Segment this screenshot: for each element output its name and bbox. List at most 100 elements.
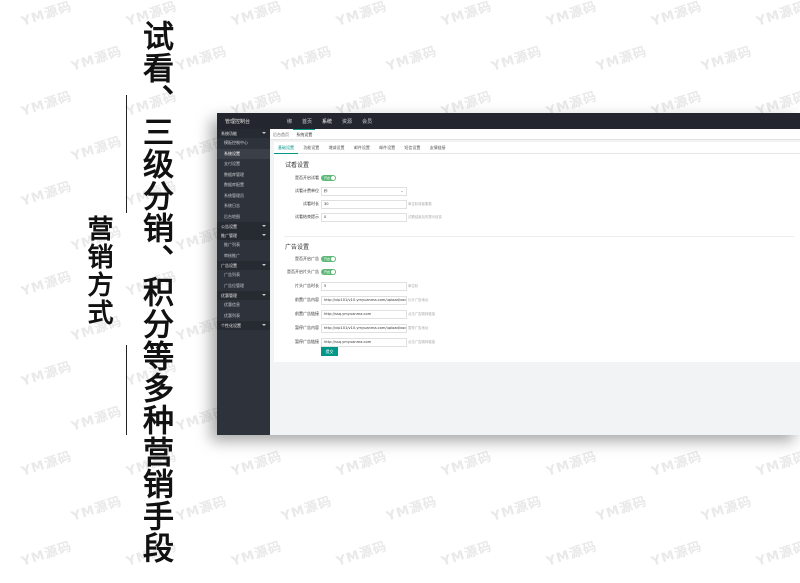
page-tab[interactable]: 系统设置	[293, 129, 316, 140]
trial-end-input[interactable]: 0	[321, 213, 407, 222]
subtab[interactable]: 短信设置	[400, 142, 424, 153]
settings-subtabs: 基础设置 功能设置 增减设置 邮件设置 邮件设置 短信设置 友情链接	[274, 142, 800, 154]
sidebar-group[interactable]: 系统功能	[217, 129, 270, 138]
sidebar-item[interactable]: 优惠信息	[217, 300, 270, 311]
trial-enable-toggle[interactable]: 开启	[321, 175, 336, 181]
field-label: 是否开启试看	[295, 175, 319, 180]
watermark-text: YM源码	[544, 539, 600, 570]
watermark-text: YM源码	[19, 359, 75, 390]
watermark-text: YM源码	[544, 0, 600, 30]
watermark-text: YM源码	[439, 539, 495, 570]
trial-duration-input[interactable]: 30	[321, 200, 407, 209]
watermark-text: YM源码	[69, 404, 125, 435]
sidebar-group[interactable]: 广告设置	[217, 261, 270, 270]
subtab[interactable]: 邮件设置	[350, 142, 374, 153]
field-label: 试看结束提示	[295, 214, 319, 219]
preroll-duration-input[interactable]: 5	[321, 282, 407, 291]
promo-side-label: 营销方式	[83, 215, 113, 327]
subtab[interactable]: 增减设置	[325, 142, 349, 153]
watermark-text: YM源码	[754, 539, 800, 570]
watermark-text: YM源码	[649, 449, 705, 480]
field-label: 暂停广告内容	[295, 325, 319, 330]
subtab[interactable]: 友情链接	[426, 142, 450, 153]
watermark-text: YM源码	[174, 44, 230, 75]
top-nav-item[interactable]: 会员	[362, 118, 372, 125]
watermark-text: YM源码	[699, 44, 755, 75]
submit-button[interactable]: 提交	[321, 347, 338, 356]
sidebar-item[interactable]: 优惠列表	[217, 311, 270, 322]
watermark-text: YM源码	[384, 44, 440, 75]
watermark-text: YM源码	[19, 0, 75, 30]
watermark-text: YM源码	[754, 0, 800, 30]
page-tab[interactable]: 后台首页	[270, 130, 292, 140]
sidebar-group[interactable]: 公告设置	[217, 222, 270, 231]
watermark-text: YM源码	[594, 494, 650, 525]
sidebar-item[interactable]: 广告位管理	[217, 281, 270, 292]
sidebar-group[interactable]: 个性化设置	[217, 321, 270, 330]
watermark-text: YM源码	[69, 44, 125, 75]
sidebar-item[interactable]: 系统管理员	[217, 191, 270, 202]
watermark-text: YM源码	[594, 44, 650, 75]
watermark-text: YM源码	[384, 494, 440, 525]
watermark-text: YM源码	[699, 494, 755, 525]
field-hint: 暂停广告地址	[408, 326, 429, 330]
field-hint: 单位秒	[408, 284, 419, 288]
pause-content-input[interactable]: http://vip101/v10.ymyuanma.com/upload/vo…	[321, 324, 407, 333]
sidebar-item[interactable]: 模板控制中心	[217, 138, 270, 149]
trial-section-title: 试看设置	[285, 162, 310, 169]
watermark-text: YM源码	[19, 539, 75, 570]
watermark-text: YM源码	[649, 0, 705, 30]
admin-sidebar: 系统功能 模板控制中心 系统设置 支付设置 数据库管理 数据库配置 系统管理员 …	[217, 129, 270, 435]
top-nav-item[interactable]: 系统	[322, 118, 332, 125]
watermark-text: YM源码	[489, 494, 545, 525]
preroll-link-input[interactable]: http://ssq.ymyuanma.com	[321, 310, 407, 319]
subtab[interactable]: 邮件设置	[375, 142, 399, 153]
sidebar-item[interactable]: 推广列表	[217, 240, 270, 251]
ad-section-title: 广告设置	[285, 244, 310, 251]
field-label: 暂停广告链接	[295, 339, 319, 344]
sidebar-item[interactable]: 系统设置	[217, 148, 270, 159]
field-label: 前置广告内容	[295, 297, 319, 302]
watermark-text: YM源码	[69, 494, 125, 525]
sidebar-item[interactable]: 审核推广	[217, 251, 270, 262]
subtab[interactable]: 基础设置	[274, 142, 298, 154]
sidebar-item[interactable]: 后台地图	[217, 212, 270, 223]
watermark-text: YM源码	[174, 494, 230, 525]
top-nav-item[interactable]: 资源	[342, 118, 352, 125]
sidebar-item[interactable]: 支付设置	[217, 159, 270, 170]
field-label: 是否开启广告	[295, 256, 319, 261]
top-nav-item[interactable]: 绑	[287, 118, 292, 125]
preroll-enable-toggle[interactable]: 开启	[321, 269, 336, 275]
divider-bottom	[126, 345, 127, 435]
top-nav: 绑 首页 系统 资源 会员	[287, 118, 372, 125]
admin-topbar: 管理控制台 绑 首页 系统 资源 会员	[217, 113, 800, 129]
sidebar-item[interactable]: 数据库配置	[217, 180, 270, 191]
ad-enable-toggle[interactable]: 开启	[321, 256, 336, 262]
trial-unit-select[interactable]: 秒	[321, 187, 407, 196]
subtab[interactable]: 功能设置	[299, 142, 323, 153]
sidebar-group[interactable]: 推广管理	[217, 231, 270, 240]
watermark-text: YM源码	[19, 179, 75, 210]
section-divider	[284, 236, 794, 237]
field-hint: 点击广告跳转链接	[408, 340, 436, 344]
sidebar-item[interactable]: 广告列表	[217, 270, 270, 281]
watermark-text: YM源码	[334, 449, 390, 480]
watermark-text: YM源码	[334, 539, 390, 570]
top-nav-item[interactable]: 首页	[302, 118, 312, 125]
page-tabs: 后台首页 系统设置	[270, 129, 800, 140]
field-label: 片头广告时长	[295, 283, 319, 288]
watermark-text: YM源码	[279, 44, 335, 75]
admin-brand: 管理控制台	[225, 119, 251, 125]
preroll-content-input[interactable]: http://vip101/v10.ymyuanma.com/upload/vo…	[321, 296, 407, 305]
watermark-text: YM源码	[19, 89, 75, 120]
watermark-text: YM源码	[334, 0, 390, 30]
divider-top	[126, 95, 127, 213]
field-hint: 点击广告跳转链接	[408, 312, 436, 316]
field-hint: 片头广告地址	[408, 298, 429, 302]
sidebar-item[interactable]: 数据库管理	[217, 170, 270, 181]
watermark-text: YM源码	[279, 494, 335, 525]
watermark-text: YM源码	[489, 44, 545, 75]
sidebar-item[interactable]: 系统日志	[217, 201, 270, 212]
pause-link-input[interactable]: http://ssq.ymyuanma.com	[321, 338, 407, 347]
sidebar-group[interactable]: 优惠管理	[217, 291, 270, 300]
